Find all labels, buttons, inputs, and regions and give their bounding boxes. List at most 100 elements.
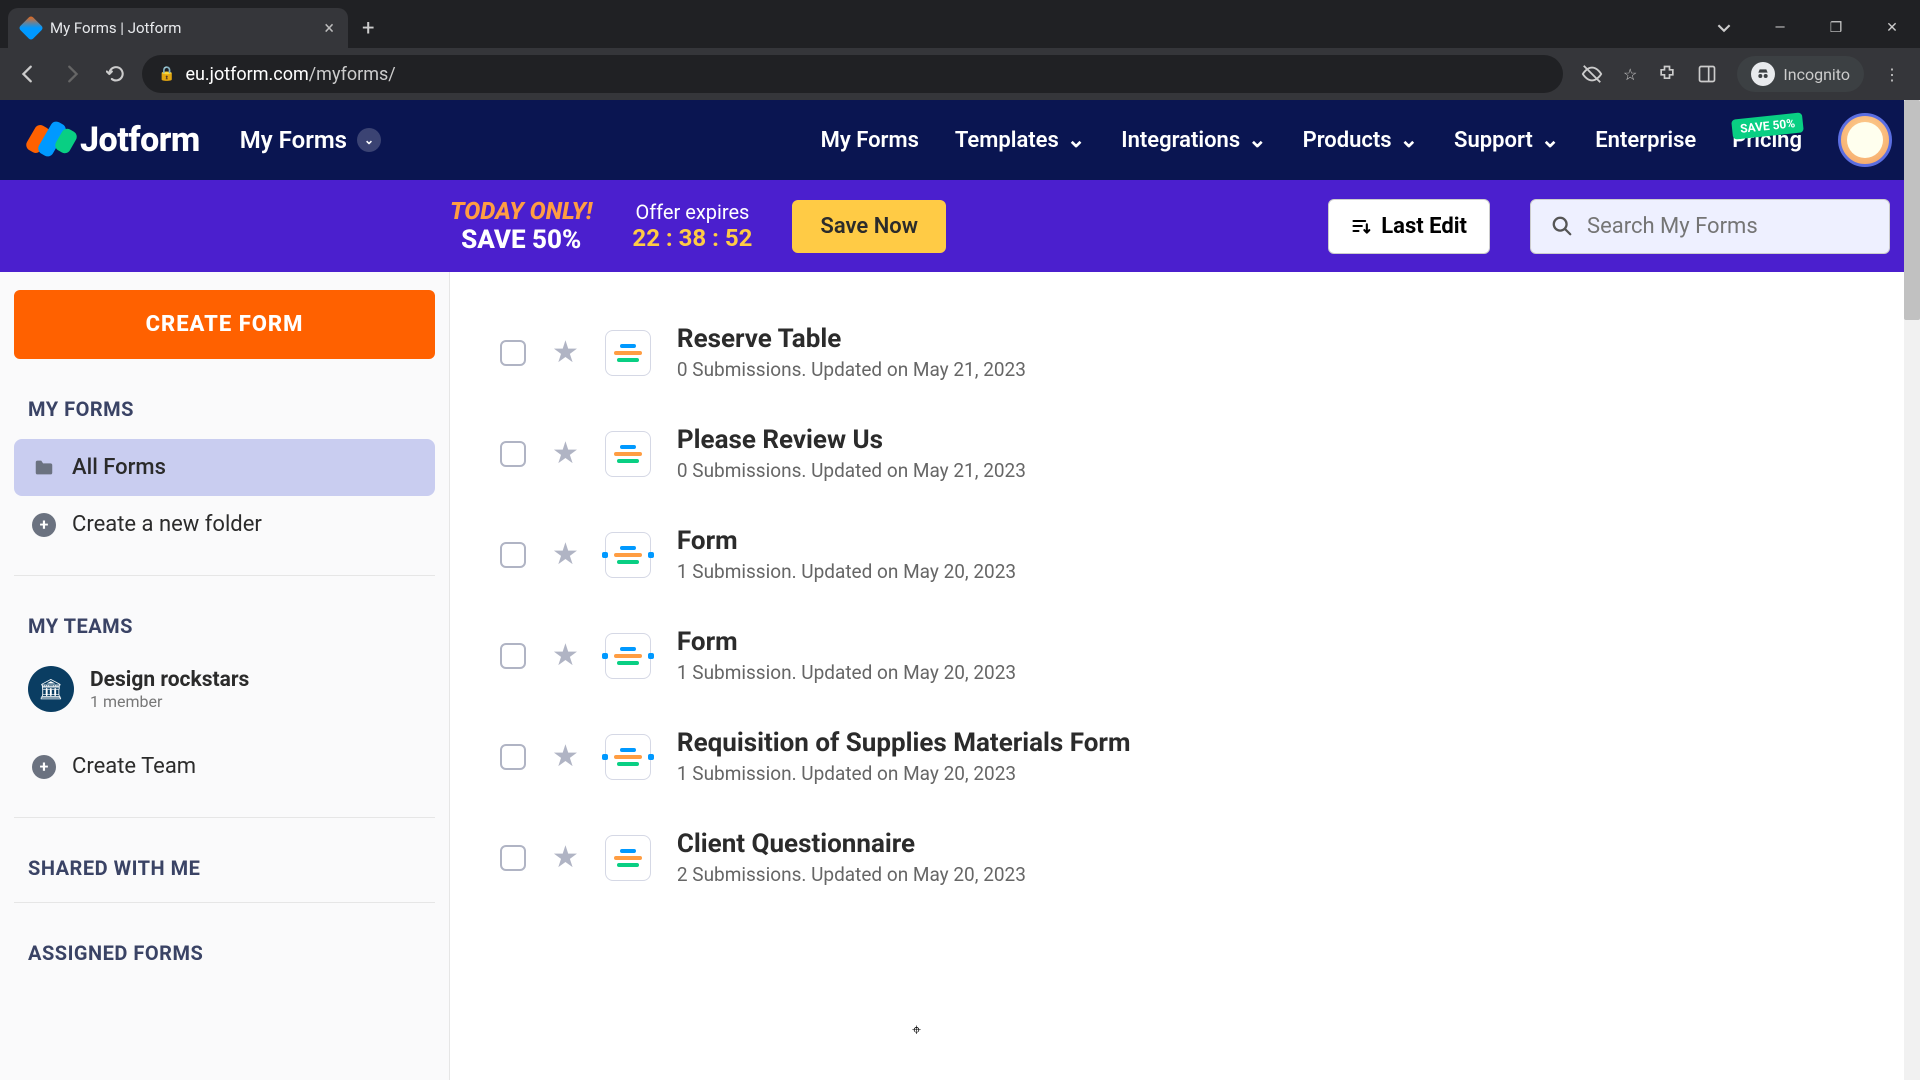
- search-input[interactable]: [1587, 214, 1869, 239]
- address-bar[interactable]: 🔒 eu.jotform.com/myforms/: [142, 55, 1563, 93]
- checkbox[interactable]: [500, 845, 526, 871]
- form-type-icon: [605, 633, 651, 679]
- url-path: /myforms/: [309, 64, 396, 85]
- section-title-my-teams: MY TEAMS: [28, 614, 435, 638]
- form-row[interactable]: ★ Requisition of Supplies Materials Form…: [490, 706, 1880, 807]
- team-item[interactable]: 🏛 Design rockstars 1 member: [14, 656, 435, 722]
- form-title: Form: [677, 526, 1870, 556]
- promo-bar: TODAY ONLY! SAVE 50% Offer expires 22 : …: [0, 180, 1920, 272]
- browser-tab-strip: My Forms | Jotform × + ― ❐ ✕: [0, 0, 1920, 48]
- form-title: Form: [677, 627, 1870, 657]
- section-title-shared: SHARED WITH ME: [28, 856, 435, 880]
- close-tab-icon[interactable]: ×: [324, 18, 334, 39]
- form-type-icon: [605, 532, 651, 578]
- save-now-button[interactable]: Save Now: [792, 200, 946, 253]
- sidebar-item-create-team[interactable]: + Create Team: [14, 738, 435, 795]
- form-row[interactable]: ★ Form 1 Submission. Updated on May 20, …: [490, 504, 1880, 605]
- star-icon[interactable]: ★: [552, 537, 579, 572]
- form-subtitle: 0 Submissions. Updated on May 21, 2023: [677, 459, 1870, 482]
- star-icon[interactable]: ★: [552, 840, 579, 875]
- side-panel-icon[interactable]: [1697, 64, 1717, 84]
- close-window-icon[interactable]: ✕: [1864, 8, 1920, 48]
- reload-button[interactable]: [98, 56, 134, 92]
- incognito-badge[interactable]: Incognito: [1737, 56, 1864, 92]
- form-row[interactable]: ★ Form 1 Submission. Updated on May 20, …: [490, 605, 1880, 706]
- avatar[interactable]: [1838, 113, 1892, 167]
- browser-menu-icon[interactable]: ⋮: [1884, 65, 1900, 84]
- nav-label: Support: [1454, 128, 1533, 153]
- chevron-down-icon: ⌄: [1400, 128, 1418, 153]
- eye-off-icon[interactable]: [1581, 63, 1603, 85]
- forward-button[interactable]: [54, 56, 90, 92]
- checkbox[interactable]: [500, 744, 526, 770]
- maximize-icon[interactable]: ❐: [1808, 8, 1864, 48]
- nav-templates[interactable]: Templates ⌄: [955, 128, 1085, 153]
- nav-support[interactable]: Support ⌄: [1454, 128, 1559, 153]
- nav-products[interactable]: Products ⌄: [1303, 128, 1418, 153]
- form-subtitle: 1 Submission. Updated on May 20, 2023: [677, 661, 1870, 684]
- chevron-down-icon: ⌄: [1541, 128, 1559, 153]
- sidebar-item-all-forms[interactable]: All Forms: [14, 439, 435, 496]
- form-row[interactable]: ★ Client Questionnaire 2 Submissions. Up…: [490, 807, 1880, 908]
- nav-integrations[interactable]: Integrations ⌄: [1121, 128, 1266, 153]
- create-form-button[interactable]: CREATE FORM: [14, 290, 435, 359]
- back-button[interactable]: [10, 56, 46, 92]
- form-row[interactable]: ★ Reserve Table 0 Submissions. Updated o…: [490, 302, 1880, 403]
- cursor-icon: ⌖: [912, 1020, 921, 1040]
- url-host: eu.jotform.com: [185, 64, 308, 85]
- form-title: Requisition of Supplies Materials Form: [677, 728, 1870, 758]
- divider: [14, 817, 435, 818]
- sidebar-item-label: All Forms: [72, 455, 166, 480]
- nav-pricing[interactable]: SAVE 50% Pricing: [1732, 128, 1802, 153]
- chevron-down-icon: ⌄: [1248, 128, 1266, 153]
- promo-timer: 22 : 38 : 52: [632, 224, 752, 252]
- sidebar-item-create-folder[interactable]: + Create a new folder: [14, 496, 435, 553]
- team-name: Design rockstars: [90, 668, 249, 692]
- chevron-down-icon: ⌄: [1067, 128, 1085, 153]
- logo[interactable]: Jotform: [28, 119, 200, 161]
- checkbox[interactable]: [500, 441, 526, 467]
- section-title-assigned: ASSIGNED FORMS: [28, 941, 435, 965]
- workspace-label: My Forms: [240, 126, 347, 154]
- form-row[interactable]: ★ Please Review Us 0 Submissions. Update…: [490, 403, 1880, 504]
- nav-my-forms[interactable]: My Forms: [821, 128, 919, 153]
- search-box[interactable]: [1530, 199, 1890, 254]
- checkbox[interactable]: [500, 643, 526, 669]
- tab-search-icon[interactable]: [1696, 8, 1752, 48]
- avatar-face-icon: [1847, 122, 1883, 158]
- last-edit-button[interactable]: Last Edit: [1328, 199, 1490, 254]
- star-icon[interactable]: ★: [552, 739, 579, 774]
- form-type-icon: [605, 734, 651, 780]
- star-icon[interactable]: ★: [552, 638, 579, 673]
- checkbox[interactable]: [500, 542, 526, 568]
- section-title-my-forms: MY FORMS: [28, 397, 435, 421]
- form-type-icon: [605, 431, 651, 477]
- sidebar-item-label: Create a new folder: [72, 512, 262, 537]
- new-tab-button[interactable]: +: [348, 8, 388, 48]
- sort-icon: [1351, 216, 1371, 236]
- form-title: Please Review Us: [677, 425, 1870, 455]
- minimize-icon[interactable]: ―: [1752, 8, 1808, 48]
- star-icon[interactable]: ★: [552, 436, 579, 471]
- scroll-thumb[interactable]: [1904, 100, 1920, 320]
- form-title: Client Questionnaire: [677, 829, 1870, 859]
- checkbox[interactable]: [500, 340, 526, 366]
- extensions-icon[interactable]: [1657, 64, 1677, 84]
- browser-tab[interactable]: My Forms | Jotform ×: [8, 8, 348, 48]
- star-icon[interactable]: ★: [552, 335, 579, 370]
- divider: [14, 902, 435, 903]
- favicon-icon: [18, 15, 43, 40]
- workspace-dropdown[interactable]: My Forms ⌄: [240, 126, 381, 154]
- bookmark-star-icon[interactable]: ☆: [1623, 65, 1637, 84]
- divider: [14, 575, 435, 576]
- team-member-count: 1 member: [90, 692, 249, 711]
- logo-text: Jotform: [80, 120, 200, 160]
- nav-enterprise[interactable]: Enterprise: [1595, 128, 1696, 153]
- chevron-down-icon: ⌄: [357, 128, 381, 152]
- search-icon: [1551, 215, 1573, 237]
- promo-subhead: SAVE 50%: [450, 225, 592, 255]
- nav-label: Products: [1303, 128, 1392, 153]
- plus-circle-icon: +: [32, 513, 56, 537]
- form-type-icon: [605, 835, 651, 881]
- scrollbar[interactable]: [1904, 100, 1920, 1080]
